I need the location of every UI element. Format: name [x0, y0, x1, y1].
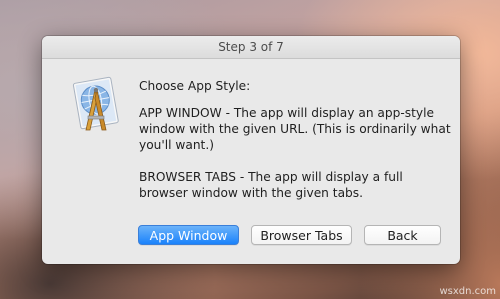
dialog-content: Choose App Style: APP WINDOW - The app w…	[139, 78, 451, 217]
app-window-button[interactable]: App Window	[138, 225, 239, 245]
dialog-heading: Choose App Style:	[139, 79, 251, 93]
browser-tabs-button[interactable]: Browser Tabs	[251, 225, 352, 245]
watermark: wsxdn.com	[439, 286, 496, 297]
dialog-buttons: App Window Browser Tabs Back	[42, 225, 460, 247]
setup-dialog: Step 3 of 7 Choose App Style: APP WINDOW…	[42, 36, 460, 264]
back-button[interactable]: Back	[364, 225, 441, 245]
app-icon	[68, 74, 124, 134]
app-window-description: APP WINDOW - The app will display an app…	[139, 106, 451, 152]
browser-tabs-description: BROWSER TABS - The app will display a fu…	[139, 170, 403, 200]
dialog-title: Step 3 of 7	[42, 36, 460, 59]
